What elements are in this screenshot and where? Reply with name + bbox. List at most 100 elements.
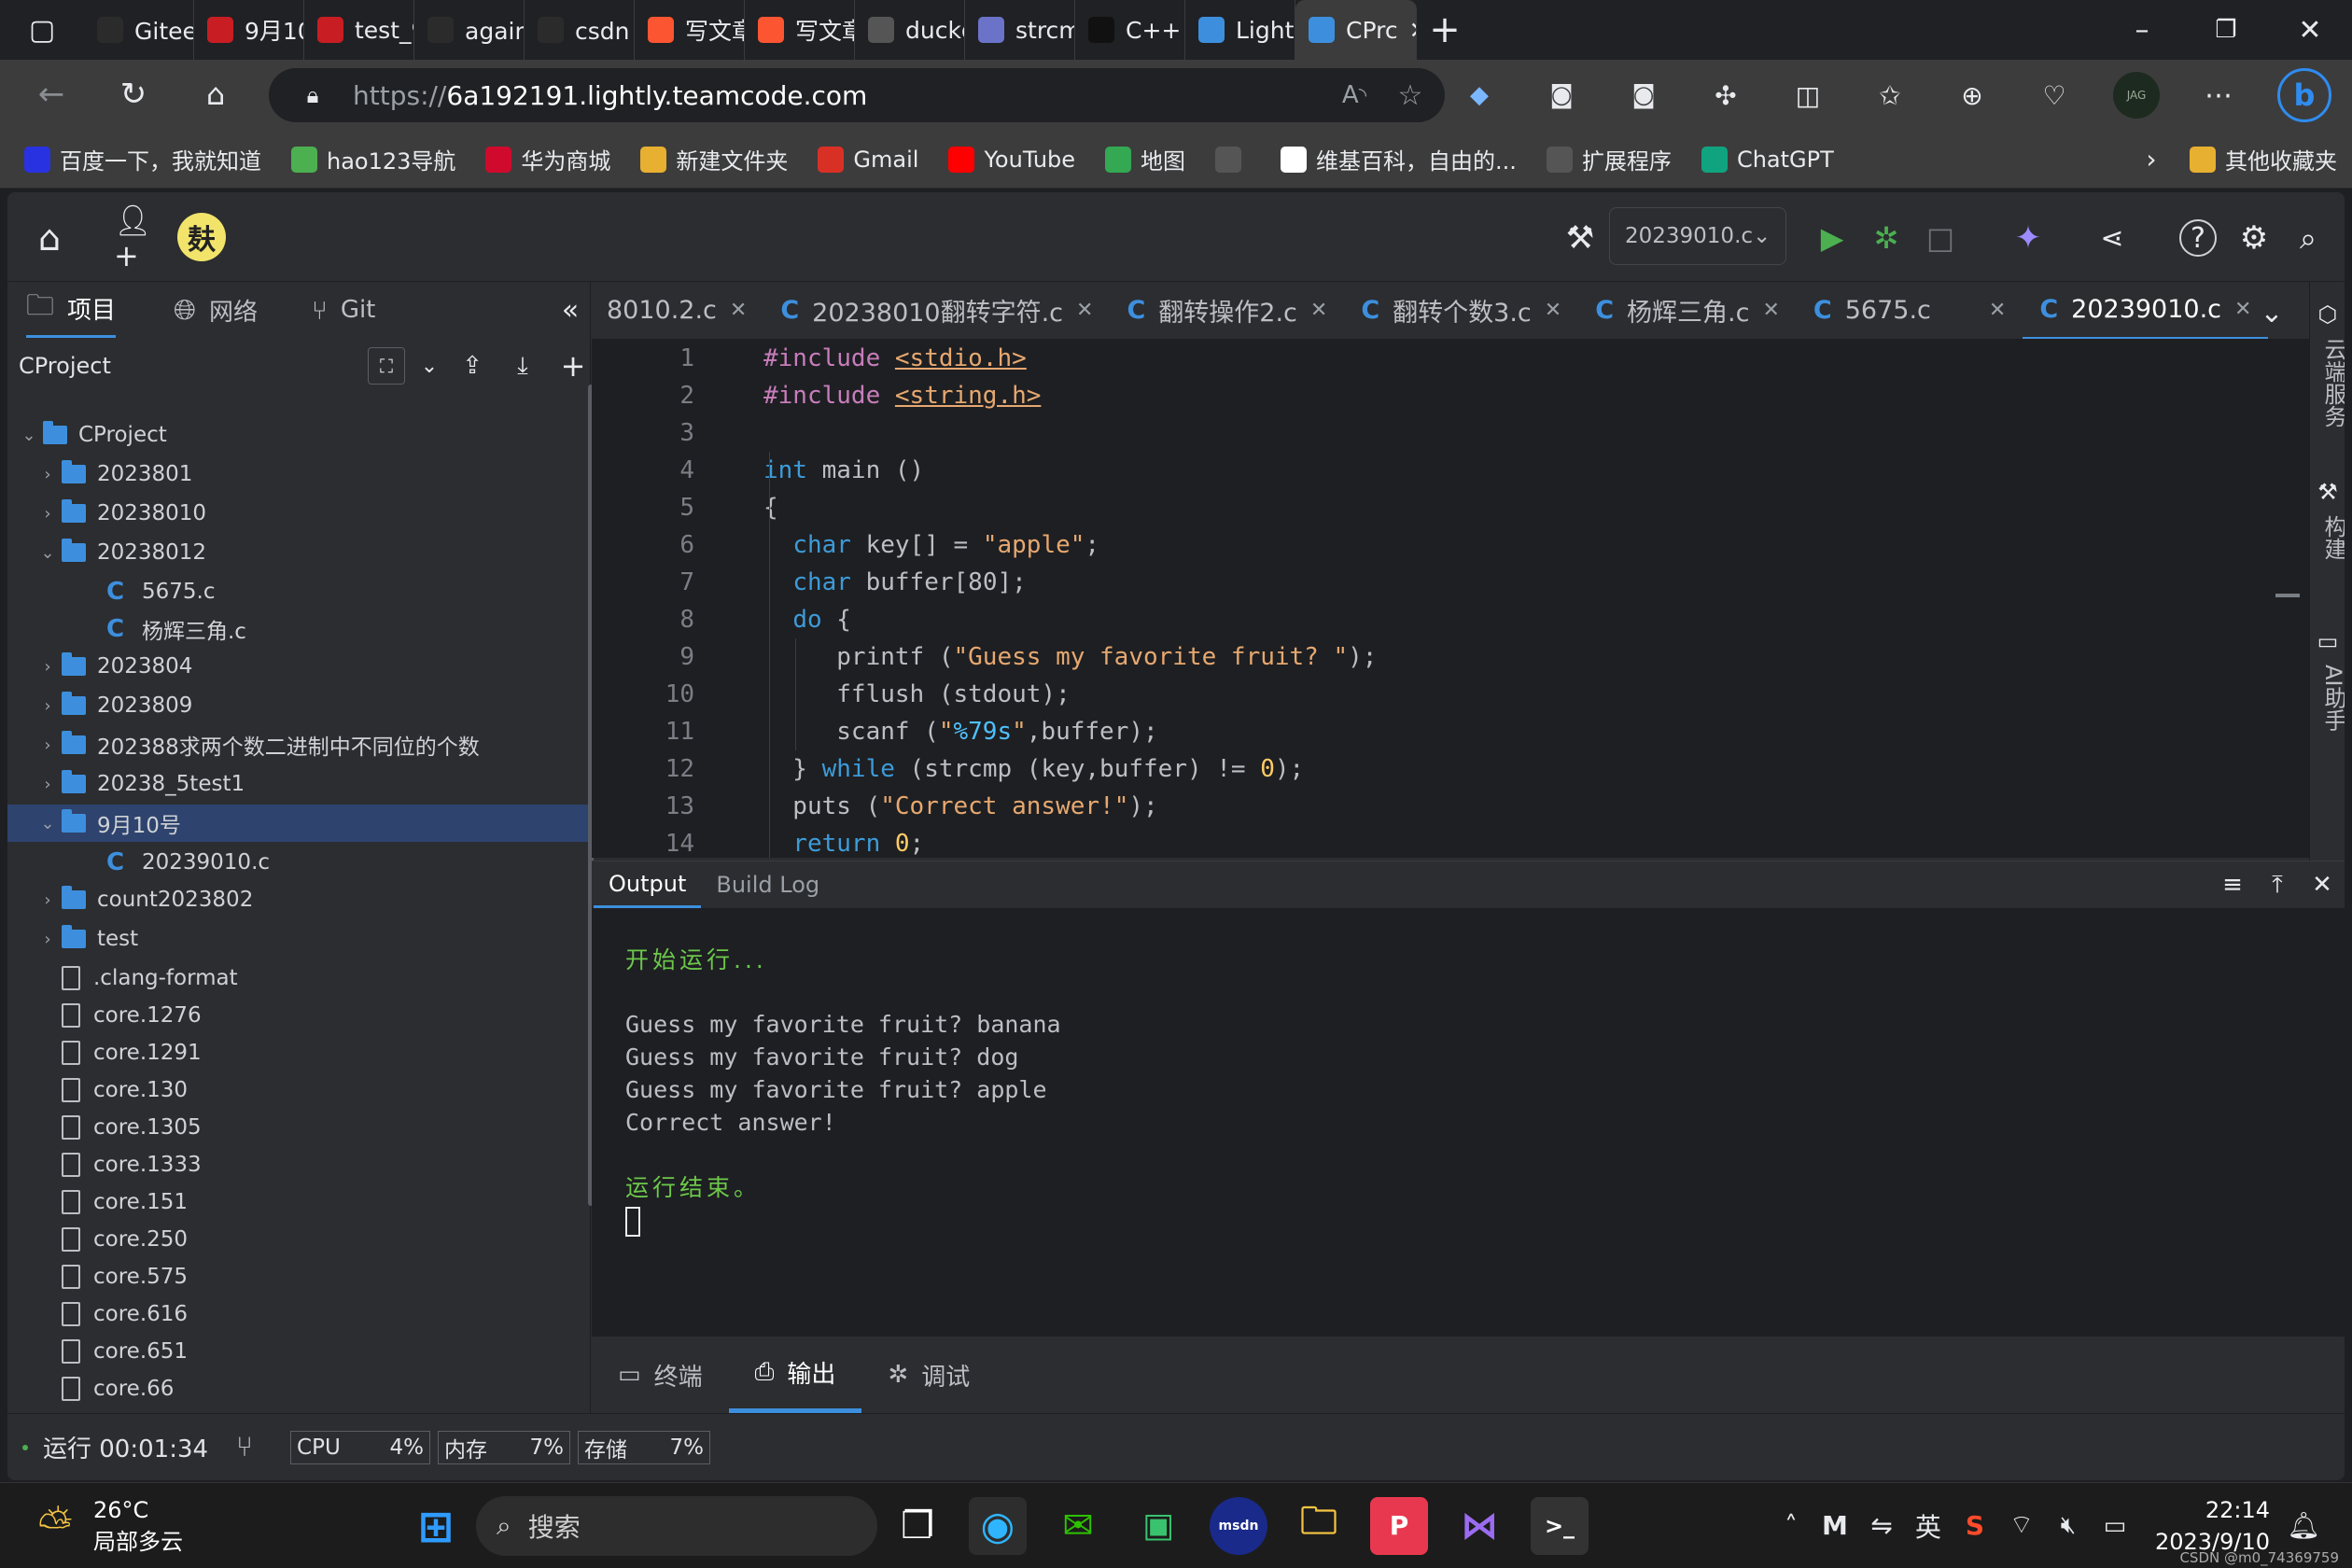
battery-icon[interactable]: ▭ — [2092, 1498, 2138, 1554]
new-tab-icon[interactable]: + — [1417, 0, 1473, 60]
add-file-icon[interactable]: + — [554, 347, 592, 385]
sidebar-tab-project[interactable]: 🗀︎ 项目 — [26, 282, 117, 338]
collapse-sidebar-icon[interactable]: « — [553, 291, 587, 329]
ime-indicator[interactable]: 英 — [1905, 1498, 1952, 1554]
focus-icon[interactable]: ⛶ — [368, 347, 405, 385]
git-branch-icon[interactable]: ⑂ — [236, 1431, 253, 1463]
chevron-right-icon[interactable]: › — [34, 504, 62, 524]
profile-jaguar-icon[interactable]: JAG — [2113, 72, 2160, 119]
tree-folder[interactable]: › test — [7, 920, 588, 958]
add-member-icon[interactable]: 👤︎+ — [114, 203, 161, 273]
tree-folder[interactable]: ⌄ 20238012 — [7, 534, 588, 571]
bookmark-item[interactable] — [1200, 146, 1266, 173]
home-icon[interactable]: ⌂ — [192, 71, 239, 118]
browser-tab[interactable]: Gitee - 捷 — [84, 0, 194, 60]
tree-folder[interactable]: ⌄ CProject — [7, 416, 588, 454]
bing-copilot-icon[interactable]: b — [2277, 68, 2331, 122]
taskbar-search[interactable]: ⌕ 搜索 — [476, 1495, 877, 1556]
tree-file[interactable]: C 5675.c — [7, 573, 588, 610]
editor-tab[interactable]: C 翻转个数3.c ✕ — [1344, 282, 1578, 339]
build-hammer-icon[interactable]: ⚒ — [1557, 215, 1603, 261]
tree-file[interactable]: core.250 — [7, 1221, 588, 1258]
file-explorer-icon[interactable]: 🗀︎ — [1290, 1497, 1348, 1555]
code-editor[interactable]: 1 #include <stdio.h> 2 #include <string.h> 3… — [592, 340, 2309, 858]
tabs-overflow-chevron-icon[interactable]: ⌄ — [2244, 289, 2300, 336]
tree-folder[interactable]: ⌄ 9月10号 — [7, 805, 588, 842]
avatar[interactable]: 麸 — [177, 213, 226, 261]
bookmarks-overflow-icon[interactable]: › — [2128, 136, 2175, 183]
tree-file[interactable]: core.616 — [7, 1295, 588, 1333]
download-icon[interactable]: ⤓ — [504, 347, 541, 385]
browser-tab[interactable]: 写文章-C — [745, 0, 855, 60]
tab-output[interactable]: Output — [594, 861, 702, 908]
chevron-down-icon[interactable]: ⌄ — [34, 543, 62, 563]
editor-tab[interactable]: C 5675.c ✕ — [1797, 282, 2023, 339]
chevron-down-icon[interactable]: ⌄ — [15, 426, 43, 445]
rail-build[interactable]: 构建 — [2317, 515, 2345, 560]
edge-icon[interactable]: ◉ — [969, 1496, 1027, 1555]
bookmark-other-favorites[interactable]: 其他收藏夹 — [2175, 143, 2352, 175]
editor-tab[interactable]: C 20239010.c ✕ — [2023, 282, 2269, 339]
chevron-right-icon[interactable]: › — [34, 465, 62, 484]
clock-time[interactable]: 22:14 — [2205, 1494, 2270, 1526]
notification-bell-icon[interactable]: 🔔︎ — [2283, 1498, 2324, 1554]
performance-icon[interactable]: ♡ — [2031, 72, 2078, 119]
tab-actions-icon[interactable]: ▢ — [0, 0, 84, 60]
clear-output-icon[interactable]: ≡ — [2210, 862, 2255, 907]
rail-ai-assistant[interactable]: AI助手 — [2317, 665, 2345, 732]
close-panel-icon[interactable]: ✕ — [2300, 862, 2345, 907]
chevron-right-icon[interactable]: › — [34, 735, 62, 755]
help-icon[interactable]: ? — [2179, 219, 2217, 257]
bookmark-item[interactable]: 百度一下，我就知道 — [9, 143, 276, 175]
more-menu-icon[interactable]: ⋯ — [2195, 72, 2242, 119]
wifi-icon[interactable]: ⌔ — [1998, 1498, 2045, 1554]
cloud-cube-icon[interactable]: ⬡ — [2314, 301, 2342, 329]
weather-icon[interactable]: ⛅︎ — [22, 1493, 88, 1559]
browser-tab[interactable]: Lightly — [1185, 0, 1295, 60]
sidebar-tab-network[interactable]: 🌐︎ 网络 — [174, 282, 258, 338]
editor-tab[interactable]: C 20238010翻转字符.c ✕ — [763, 282, 1110, 339]
browser-tab[interactable]: 9月10号 — [194, 0, 304, 60]
tree-file[interactable]: core.1276 — [7, 997, 588, 1034]
tree-folder[interactable]: › count2023802 — [7, 881, 588, 918]
tree-file[interactable]: core.651 — [7, 1333, 588, 1370]
tree-file[interactable]: core.1305 — [7, 1109, 588, 1146]
lock-icon[interactable]: 🔒︎ — [297, 79, 329, 111]
browser-tab[interactable]: again - 捷 — [414, 0, 525, 60]
start-windows-icon[interactable]: ⊞ — [407, 1497, 465, 1555]
tree-folder[interactable]: › 2023804 — [7, 648, 588, 685]
visual-studio-icon[interactable]: ⋈ — [1450, 1497, 1508, 1555]
tree-file[interactable]: core.1291 — [7, 1034, 588, 1071]
close-tab-icon[interactable]: ✕ — [1989, 299, 2006, 322]
read-aloud-icon[interactable]: A ◝ — [1338, 79, 1370, 111]
editor-tab[interactable]: C 杨辉三角.c ✕ — [1578, 282, 1797, 339]
browser-tab[interactable]: csdn - 捷 — [525, 0, 635, 60]
refresh-icon[interactable]: ↻ — [110, 71, 157, 118]
tab-build-log[interactable]: Build Log — [701, 861, 834, 908]
collections-icon[interactable]: ⊕ — [1949, 72, 1995, 119]
browser-tab[interactable]: CPrc ✕ — [1295, 0, 1417, 60]
back-icon[interactable]: ← — [28, 71, 75, 118]
sogou-icon[interactable]: S — [1952, 1498, 1998, 1554]
close-tab-icon[interactable]: ✕ — [1545, 299, 1561, 322]
run-config-select[interactable]: 20239010.c ⌄ — [1609, 207, 1786, 265]
msdn-icon[interactable]: msdn — [1210, 1496, 1267, 1555]
chevron-down-icon[interactable]: ⌄ — [34, 814, 62, 833]
tree-file[interactable]: core.151 — [7, 1183, 588, 1221]
share-icon[interactable]: ⋖ — [2089, 215, 2135, 261]
tab-debug[interactable]: ✲ 调试 — [861, 1337, 996, 1413]
tree-folder[interactable]: › 202388求两个数二进制中不同位的个数 — [7, 726, 588, 763]
screen-tool-icon[interactable]: ▣ — [1129, 1497, 1187, 1555]
close-tab-icon[interactable]: ✕ — [1310, 299, 1327, 322]
split-screen-icon[interactable]: ◫ — [1785, 72, 1831, 119]
tree-folder[interactable]: › 2023809 — [7, 687, 588, 724]
maximize-panel-icon[interactable]: ⤒ — [2255, 862, 2300, 907]
browser-tab[interactable]: test_9_5/ — [304, 0, 414, 60]
url-bar[interactable]: 🔒︎ https://6a192191.lightly.teamcode.com… — [269, 68, 1445, 122]
extensions-puzzle-icon[interactable]: ✣ — [1702, 72, 1749, 119]
tab-terminal[interactable]: ▭ 终端 — [592, 1337, 729, 1413]
bookmark-item[interactable]: hao123导航 — [276, 143, 470, 175]
favorites-icon[interactable]: ✩ — [1867, 72, 1913, 119]
close-tab-icon[interactable]: ✕ — [1076, 299, 1093, 322]
bookmark-item[interactable]: 地图 — [1090, 143, 1200, 175]
